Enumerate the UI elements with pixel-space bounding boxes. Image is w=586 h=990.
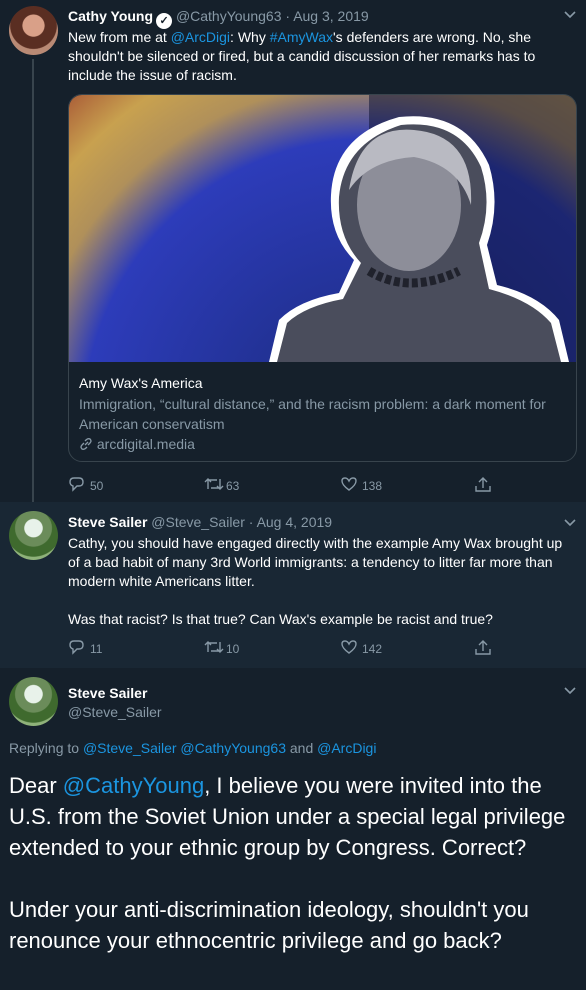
chevron-down-icon[interactable] (563, 516, 577, 531)
tweet-date[interactable]: Aug 4, 2019 (257, 514, 333, 530)
share-icon (474, 639, 496, 661)
mention-link[interactable]: @ArcDigi (317, 740, 376, 756)
avatar[interactable] (9, 511, 58, 560)
verified-badge-icon: ✓ (156, 13, 173, 29)
tweet-cathy-young[interactable]: Cathy Young ✓ @CathyYoung63 · Aug 3, 2019… (0, 0, 586, 502)
share-button[interactable] (474, 639, 496, 661)
reply-count: 50 (90, 479, 104, 493)
separator: · (248, 514, 254, 530)
card-image (69, 95, 576, 362)
author-handle[interactable]: @CathyYoung63 (176, 8, 282, 24)
chevron-down-icon[interactable] (563, 684, 577, 699)
avatar[interactable] (9, 677, 58, 726)
tweet-steve-sailer-reply[interactable]: Steve Sailer @Steve_Sailer · Aug 4, 2019… (0, 502, 586, 668)
text-segment: : Why (230, 29, 270, 45)
author-name[interactable]: Steve Sailer (68, 684, 162, 703)
tweet-paragraph: Was that racist? Is that true? Can Wax's… (68, 611, 493, 627)
mention-link[interactable]: @CathyYoung63 (180, 740, 286, 756)
card-domain-text: arcdigital.media (96, 436, 195, 452)
author-handle[interactable]: @Steve_Sailer (68, 703, 162, 722)
tweet-date[interactable]: Aug 3, 2019 (293, 8, 369, 24)
share-icon (474, 476, 496, 498)
reply-button[interactable]: 11 (68, 639, 102, 660)
chevron-down-icon[interactable] (563, 8, 577, 23)
mention-link[interactable]: @CathyYoung (63, 773, 204, 798)
reply-count: 11 (90, 642, 103, 656)
like-count: 142 (362, 642, 383, 656)
avatar[interactable] (9, 6, 58, 55)
card-title: Amy Wax's America (79, 375, 203, 391)
tweet-text: Cathy, you should have engaged directly … (68, 534, 573, 629)
reply-icon (68, 476, 90, 497)
mention-link[interactable]: @Steve_Sailer (83, 740, 177, 756)
tweet-paragraph: Cathy, you should have engaged directly … (68, 535, 563, 589)
retweet-count: 63 (226, 479, 240, 493)
retweet-icon (204, 476, 226, 497)
author-name[interactable]: Steve Sailer (68, 514, 147, 530)
like-button[interactable]: 138 (340, 476, 382, 497)
card-description: Immigration, “cultural distance,” and th… (79, 396, 546, 432)
like-count: 138 (362, 479, 383, 493)
thread-line (32, 59, 34, 502)
heart-icon (340, 639, 362, 660)
tweet-text: New from me at @ArcDigi: Why #AmyWax's d… (68, 28, 573, 85)
author-handle[interactable]: @Steve_Sailer (151, 514, 245, 530)
replying-label: Replying to (9, 740, 83, 756)
author-block: Steve Sailer @Steve_Sailer (68, 684, 162, 722)
heart-icon (340, 476, 362, 497)
link-icon (79, 436, 97, 452)
separator: · (285, 8, 291, 24)
replying-to: Replying to @Steve_Sailer @CathyYoung63 … (9, 740, 376, 756)
card-domain: arcdigital.media (79, 434, 569, 454)
retweet-icon (204, 639, 226, 660)
retweet-count: 10 (226, 642, 240, 656)
retweet-button[interactable]: 63 (204, 476, 239, 497)
reply-icon (68, 639, 90, 660)
hashtag-link[interactable]: #AmyWax (270, 29, 333, 45)
replying-and: and (285, 740, 318, 756)
author-name[interactable]: Cathy Young (68, 8, 153, 24)
tweet-paragraph: Under your anti-discrimination ideology,… (9, 897, 529, 953)
mention-link[interactable]: @ArcDigi (171, 29, 230, 45)
tweet-steve-sailer-main[interactable]: Steve Sailer @Steve_Sailer Replying to @… (0, 668, 586, 990)
link-card[interactable]: Amy Wax's America Immigration, “cultural… (68, 94, 577, 462)
tweet-paragraph: Dear @CathyYoung, I believe you were inv… (9, 770, 579, 863)
share-button[interactable] (474, 476, 496, 498)
reply-button[interactable]: 50 (68, 476, 103, 497)
like-button[interactable]: 142 (340, 639, 382, 660)
text-segment: Dear (9, 773, 63, 798)
tweet-header: Cathy Young ✓ @CathyYoung63 · Aug 3, 2019 (68, 8, 369, 29)
retweet-button[interactable]: 10 (204, 639, 239, 660)
tweet-header: Steve Sailer @Steve_Sailer · Aug 4, 2019 (68, 514, 332, 530)
tweet-text: Dear @CathyYoung, I believe you were inv… (9, 770, 579, 956)
text-segment: New from me at (68, 29, 171, 45)
